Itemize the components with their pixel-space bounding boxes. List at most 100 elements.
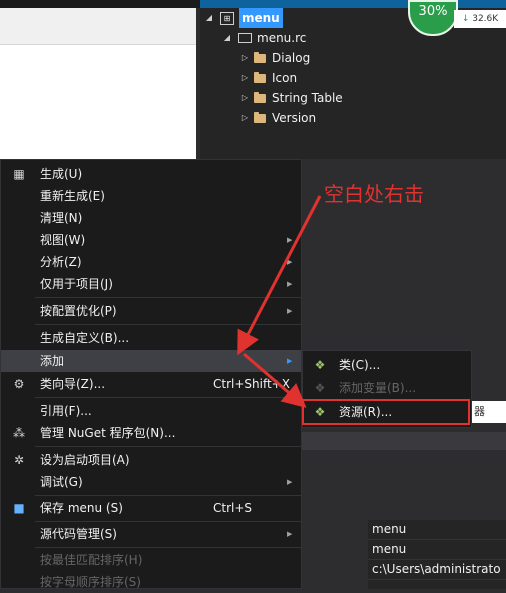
tree-item-label: Icon bbox=[272, 71, 298, 85]
tree-item-rc-file[interactable]: ◢ menu.rc bbox=[200, 28, 506, 48]
menu-separator bbox=[35, 397, 301, 398]
menu-item-label: 源代码管理(S) bbox=[40, 527, 117, 541]
context-menu: ▦ 生成(U) 重新生成(E) 清理(N) 视图(W) ▶ 分析(Z) ▶ 仅用… bbox=[0, 159, 302, 589]
panel-header bbox=[302, 432, 506, 450]
submenu-item-add-variable: ❖ 添加变量(B)... bbox=[303, 377, 471, 399]
folder-icon bbox=[254, 51, 266, 63]
folder-icon bbox=[254, 71, 266, 83]
menu-item-project-only[interactable]: 仅用于项目(J) ▶ bbox=[1, 273, 301, 295]
menu-item-label: 按最佳匹配排序(H) bbox=[40, 553, 143, 567]
menu-item-build[interactable]: ▦ 生成(U) bbox=[1, 163, 301, 185]
class-wizard-icon: ⚙ bbox=[13, 377, 25, 391]
collapse-arrow-icon[interactable]: ▷ bbox=[240, 48, 250, 68]
menu-item-references[interactable]: 引用(F)... bbox=[1, 400, 301, 422]
class-icon: ❖ bbox=[314, 358, 326, 372]
menu-item-debug[interactable]: 调试(G) ▶ bbox=[1, 471, 301, 493]
panel-title-strip bbox=[200, 0, 506, 8]
menu-item-label: 管理 NuGet 程序包(N)... bbox=[40, 426, 176, 440]
collapse-arrow-icon[interactable]: ▷ bbox=[240, 108, 250, 128]
submenu-arrow-icon: ▶ bbox=[287, 478, 293, 486]
menu-separator bbox=[35, 521, 301, 522]
submenu-item-label: 类(C)... bbox=[339, 358, 381, 372]
designer-tab[interactable]: 器 bbox=[470, 401, 506, 423]
menu-item-label: 分析(Z) bbox=[40, 255, 82, 269]
tree-item-folder[interactable]: ▷ Version bbox=[200, 108, 506, 128]
menu-item-save[interactable]: ■ 保存 menu (S) Ctrl+S bbox=[1, 497, 301, 519]
collapse-arrow-icon[interactable]: ▷ bbox=[240, 68, 250, 88]
menu-item-label: 引用(F)... bbox=[40, 404, 92, 418]
submenu-arrow-icon: ▶ bbox=[287, 236, 293, 244]
submenu-arrow-icon: ▶ bbox=[287, 280, 293, 288]
menu-item-label: 设为启动项目(A) bbox=[40, 453, 130, 467]
tree-item-label: menu bbox=[239, 8, 283, 28]
tree-item-label: menu.rc bbox=[257, 31, 307, 45]
menu-separator bbox=[35, 547, 301, 548]
menu-item-label: 生成自定义(B)... bbox=[40, 331, 130, 345]
submenu-arrow-icon: ▶ bbox=[287, 307, 293, 315]
submenu-arrow-icon: ▶ bbox=[287, 357, 293, 365]
variable-icon: ❖ bbox=[314, 381, 326, 395]
menu-item-analyze[interactable]: 分析(Z) ▶ bbox=[1, 251, 301, 273]
expand-arrow-icon[interactable]: ◢ bbox=[222, 28, 232, 48]
menu-item-clean[interactable]: 清理(N) bbox=[1, 207, 301, 229]
nuget-icon: ⁂ bbox=[13, 426, 25, 440]
properties-panel: menu menu c:\Users\administrato bbox=[368, 520, 506, 589]
menu-item-view[interactable]: 视图(W) ▶ bbox=[1, 229, 301, 251]
menu-item-label: 添加 bbox=[40, 354, 65, 368]
menu-item-label: 清理(N) bbox=[40, 211, 83, 225]
collapse-arrow-icon[interactable]: ▷ bbox=[240, 88, 250, 108]
tree-item-label: Dialog bbox=[272, 51, 311, 65]
save-icon: ■ bbox=[13, 501, 25, 515]
menu-separator bbox=[35, 324, 301, 325]
menu-item-shortcut: Ctrl+S bbox=[213, 501, 253, 515]
tree-item-label: Version bbox=[272, 111, 317, 125]
menu-item-class-wizard[interactable]: ⚙ 类向导(Z)... Ctrl+Shift+X bbox=[1, 373, 301, 395]
menu-item-build-customizations[interactable]: 生成自定义(B)... bbox=[1, 327, 301, 349]
menu-item-shortcut: Ctrl+Shift+X bbox=[213, 377, 290, 391]
resource-view: ◢ ⊞ menu ◢ menu.rc ▷ Dialog ▷ Icon ▷ Str… bbox=[200, 8, 506, 159]
network-speed-value: 32.6K bbox=[472, 14, 499, 24]
tree-item-folder[interactable]: ▷ String Table bbox=[200, 88, 506, 108]
network-speed: ↓ 32.6K bbox=[454, 10, 506, 28]
menu-separator bbox=[35, 495, 301, 496]
menu-item-set-startup[interactable]: ✲ 设为启动项目(A) bbox=[1, 449, 301, 471]
folder-open-icon bbox=[238, 33, 252, 43]
submenu-arrow-icon: ▶ bbox=[287, 258, 293, 266]
menu-item-rebuild[interactable]: 重新生成(E) bbox=[1, 185, 301, 207]
menu-item-label: 按字母顺序排序(S) bbox=[40, 575, 141, 589]
property-value[interactable]: menu bbox=[368, 540, 506, 560]
expand-arrow-icon[interactable]: ◢ bbox=[204, 8, 214, 28]
menu-item-sort-alpha: 按字母顺序排序(S) bbox=[1, 571, 301, 593]
menu-item-label: 类向导(Z)... bbox=[40, 377, 106, 391]
annotation-text: 空白处右击 bbox=[324, 182, 424, 206]
menu-item-pgo[interactable]: 按配置优化(P) ▶ bbox=[1, 300, 301, 322]
folder-icon bbox=[254, 111, 266, 123]
submenu-item-label: 添加变量(B)... bbox=[339, 381, 417, 395]
download-arrow-icon: ↓ bbox=[461, 14, 470, 24]
menu-item-source-control[interactable]: 源代码管理(S) ▶ bbox=[1, 523, 301, 545]
menu-item-label: 按配置优化(P) bbox=[40, 304, 117, 318]
menu-item-label: 保存 menu (S) bbox=[40, 501, 123, 515]
tree-item-label: String Table bbox=[272, 91, 343, 105]
highlight-box bbox=[302, 399, 470, 425]
menu-separator bbox=[35, 297, 301, 298]
property-value[interactable]: menu bbox=[368, 520, 506, 540]
menu-item-label: 仅用于项目(J) bbox=[40, 277, 113, 291]
menu-item-label: 生成(U) bbox=[40, 167, 83, 181]
menu-separator bbox=[35, 446, 301, 447]
submenu-item-class[interactable]: ❖ 类(C)... bbox=[303, 354, 471, 376]
menu-item-add[interactable]: 添加 ▶ bbox=[1, 350, 301, 372]
folder-icon bbox=[254, 91, 266, 103]
tree-item-folder[interactable]: ▷ Dialog bbox=[200, 48, 506, 68]
menu-item-label: 视图(W) bbox=[40, 233, 86, 247]
tree-item-folder[interactable]: ▷ Icon bbox=[200, 68, 506, 88]
property-value[interactable]: c:\Users\administrato bbox=[368, 560, 506, 580]
menu-item-label: 调试(G) bbox=[40, 475, 83, 489]
menu-item-sort-best-match: 按最佳匹配排序(H) bbox=[1, 549, 301, 571]
submenu-arrow-icon: ▶ bbox=[287, 530, 293, 538]
project-icon: ⊞ bbox=[220, 11, 234, 25]
menu-item-manage-nuget[interactable]: ⁂ 管理 NuGet 程序包(N)... bbox=[1, 422, 301, 444]
editor-toolbar bbox=[0, 8, 196, 45]
menu-item-label: 重新生成(E) bbox=[40, 189, 105, 203]
build-icon: ▦ bbox=[13, 167, 25, 181]
